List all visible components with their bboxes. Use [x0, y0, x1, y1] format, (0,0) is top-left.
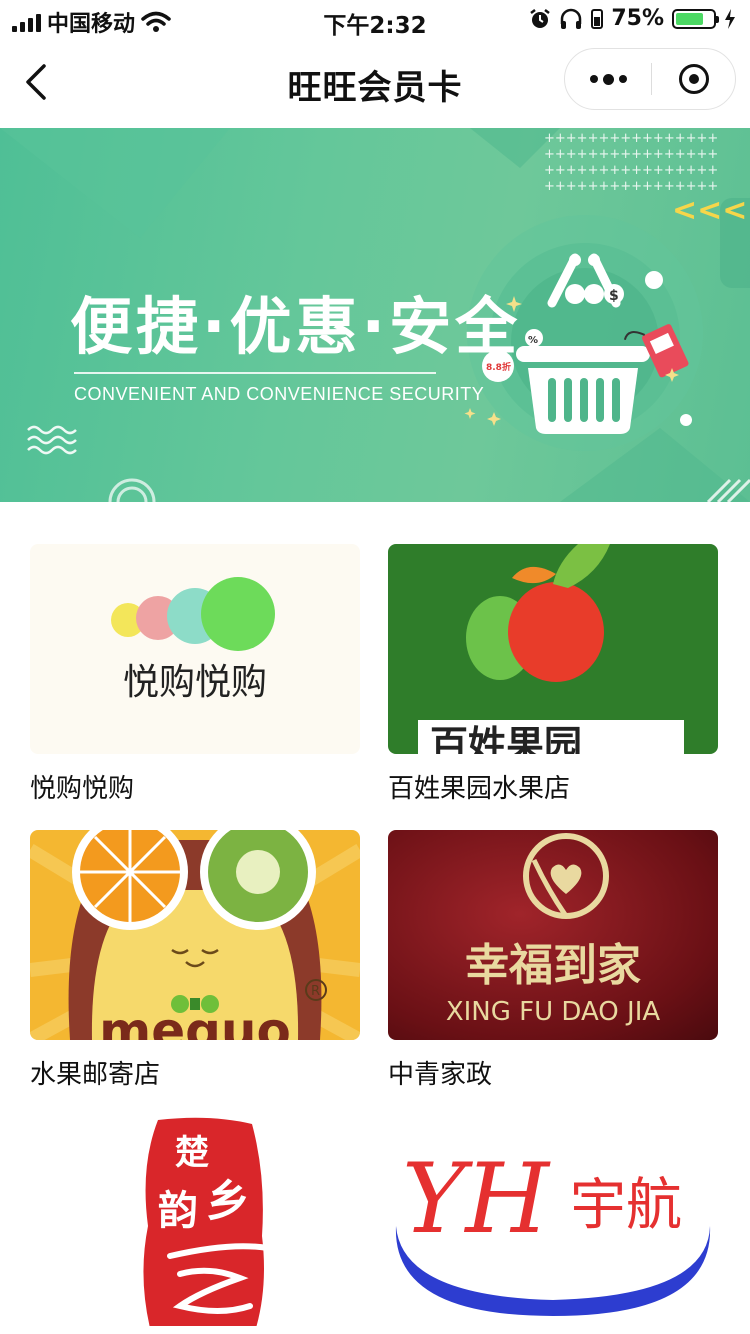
battery-icon: [672, 8, 719, 29]
nav-bar: 旺旺会员卡: [0, 40, 750, 128]
store-card[interactable]: R meguo 水果邮寄店: [30, 830, 360, 1091]
svg-text:乡: 乡: [206, 1176, 250, 1227]
banner-divider: [74, 372, 436, 374]
svg-text:++++++++++++++++: ++++++++++++++++: [544, 179, 718, 194]
svg-text:幸福到家: 幸福到家: [465, 940, 641, 991]
store-name: 悦购悦购: [30, 774, 135, 804]
svg-text:YH: YH: [402, 1143, 551, 1255]
store-logo: 悦购悦购: [30, 544, 360, 754]
svg-text:宇航: 宇航: [570, 1173, 682, 1238]
store-logo: 百姓果园: [388, 544, 718, 754]
alarm-icon: [530, 8, 551, 28]
headphones-icon: [561, 8, 582, 29]
store-logo-art: 楚 韵 乡: [143, 1117, 271, 1326]
target-circle-icon: [679, 64, 709, 94]
store-card[interactable]: YH 宇航: [388, 1116, 718, 1326]
store-logo: 楚 韵 乡: [30, 1116, 360, 1326]
svg-text:++++++++++++++++: ++++++++++++++++: [544, 147, 718, 162]
store-name: 中青家政: [388, 1060, 493, 1090]
store-logo: 幸福到家 XING FU DAO JIA: [388, 830, 718, 1040]
svg-text:++++++++++++++++: ++++++++++++++++: [544, 131, 718, 146]
svg-text:XING FU DAO JIA: XING FU DAO JIA: [446, 997, 661, 1027]
more-button[interactable]: [565, 49, 651, 109]
store-logo-art: R meguo: [30, 830, 360, 1040]
svg-text:R: R: [311, 984, 320, 999]
more-dot-icon: [602, 73, 614, 85]
svg-text:$: $: [609, 288, 619, 304]
store-logo-art: 百姓果园: [418, 544, 684, 754]
store-name: 水果邮寄店: [30, 1060, 161, 1090]
svg-text:%: %: [528, 335, 538, 346]
svg-text:++++++++++++++++: ++++++++++++++++: [544, 163, 718, 178]
store-logo: YH 宇航: [388, 1116, 718, 1326]
banner-title: 便捷·优惠·安全: [70, 290, 522, 363]
promo-banner[interactable]: ++++++++++++++++ ++++++++++++++++ ++++++…: [0, 128, 750, 502]
store-logo: R meguo: [30, 830, 360, 1040]
battery-percent: 75%: [611, 6, 664, 31]
close-mini-program-button[interactable]: [652, 49, 736, 109]
store-card[interactable]: 楚 韵 乡: [30, 1116, 360, 1326]
battery-fill: [676, 12, 703, 25]
banner-arrows: <<<: [672, 193, 747, 228]
svg-text:楚: 楚: [175, 1133, 209, 1173]
svg-text:meguo: meguo: [99, 1002, 291, 1040]
store-name: 百姓果园水果店: [388, 774, 571, 804]
store-logo-art: 悦购悦购: [111, 577, 275, 703]
mini-program-capsule: [564, 48, 736, 110]
more-dot-icon: [618, 75, 627, 83]
store-card[interactable]: 悦购悦购 悦购悦购: [30, 544, 360, 805]
store-logo-art: YH 宇航: [395, 1143, 711, 1316]
svg-text:韵: 韵: [158, 1187, 198, 1234]
store-logo-art: 幸福到家 XING FU DAO JIA: [446, 833, 661, 1027]
svg-text:百姓果园: 百姓果园: [430, 723, 582, 754]
svg-text:悦购悦购: 悦购悦购: [123, 662, 267, 703]
banner-subtitle: CONVENIENT AND CONVENIENCE SECURITY: [74, 384, 485, 404]
store-card[interactable]: 百姓果园 百姓果园水果店: [388, 544, 718, 805]
status-right: 75%: [529, 6, 736, 31]
store-card[interactable]: 幸福到家 XING FU DAO JIA 中青家政: [388, 830, 718, 1091]
status-bar: 中国移动 下午2:32 75%: [0, 0, 750, 40]
charging-bolt-icon: [725, 8, 735, 29]
headphone-battery-icon: [591, 8, 604, 29]
more-dot-icon: [589, 75, 598, 83]
